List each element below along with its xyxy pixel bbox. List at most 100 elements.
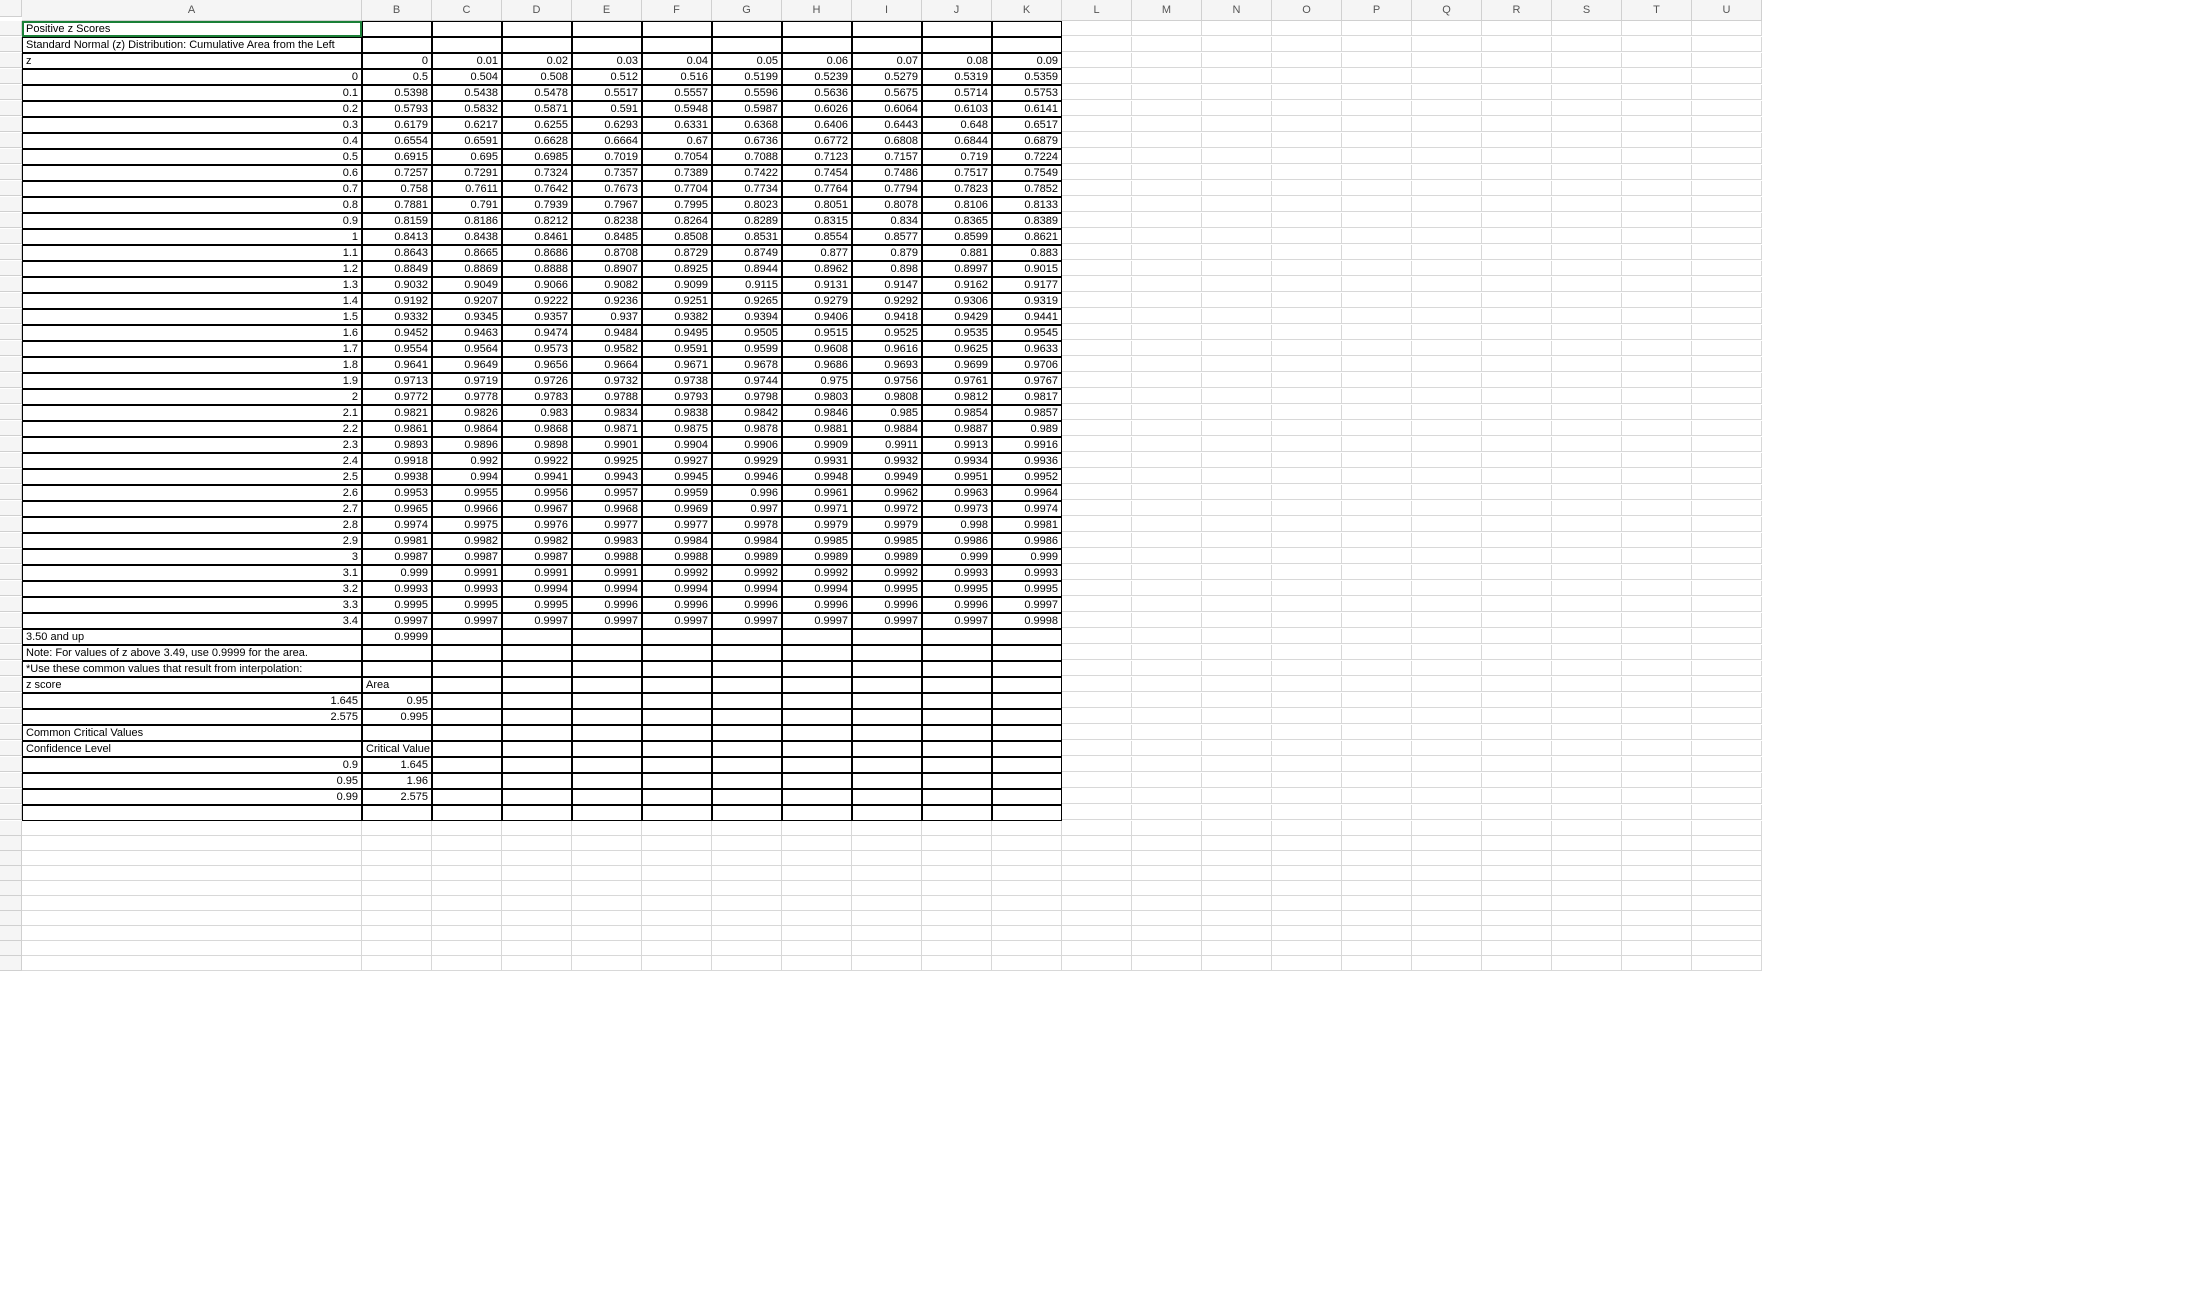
cell-T19[interactable] xyxy=(1622,309,1692,324)
cell-M26[interactable] xyxy=(1132,421,1202,436)
cell-N18[interactable] xyxy=(1202,293,1272,308)
cell-G29[interactable]: 0.9946 xyxy=(712,469,782,485)
cell-J55[interactable] xyxy=(922,881,992,896)
cell-H5[interactable]: 0.5636 xyxy=(782,85,852,101)
cell-P23[interactable] xyxy=(1342,373,1412,388)
cell-D17[interactable]: 0.9066 xyxy=(502,277,572,293)
cell-I41[interactable] xyxy=(852,661,922,677)
cell-O23[interactable] xyxy=(1272,373,1342,388)
cell-N57[interactable] xyxy=(1202,911,1272,926)
cell-Q18[interactable] xyxy=(1412,293,1482,308)
cell-O14[interactable] xyxy=(1272,229,1342,244)
row-header-34[interactable] xyxy=(0,549,22,564)
cell-E9[interactable]: 0.7019 xyxy=(572,149,642,165)
column-header-R[interactable]: R xyxy=(1482,0,1552,21)
cell-I30[interactable]: 0.9962 xyxy=(852,485,922,501)
row-header-58[interactable] xyxy=(0,926,22,941)
cell-D49[interactable] xyxy=(502,789,572,805)
cell-C12[interactable]: 0.791 xyxy=(432,197,502,213)
cell-H13[interactable]: 0.8315 xyxy=(782,213,852,229)
cell-P3[interactable] xyxy=(1342,53,1412,68)
cell-K3[interactable]: 0.09 xyxy=(992,53,1062,69)
column-header-G[interactable]: G xyxy=(712,0,782,21)
cell-T34[interactable] xyxy=(1622,549,1692,564)
cell-Q53[interactable] xyxy=(1412,851,1482,866)
cell-B29[interactable]: 0.9938 xyxy=(362,469,432,485)
cell-U46[interactable] xyxy=(1692,741,1762,756)
cell-N30[interactable] xyxy=(1202,485,1272,500)
cell-U55[interactable] xyxy=(1692,881,1762,896)
cell-A55[interactable] xyxy=(22,881,362,896)
cell-B31[interactable]: 0.9965 xyxy=(362,501,432,517)
cell-C1[interactable] xyxy=(432,21,502,37)
cell-B1[interactable] xyxy=(362,21,432,37)
cell-Q35[interactable] xyxy=(1412,565,1482,580)
cell-K35[interactable]: 0.9993 xyxy=(992,565,1062,581)
cell-K12[interactable]: 0.8133 xyxy=(992,197,1062,213)
cell-U54[interactable] xyxy=(1692,866,1762,881)
cell-C34[interactable]: 0.9987 xyxy=(432,549,502,565)
cell-D7[interactable]: 0.6255 xyxy=(502,117,572,133)
cell-S9[interactable] xyxy=(1552,149,1622,164)
cell-C35[interactable]: 0.9991 xyxy=(432,565,502,581)
cell-T47[interactable] xyxy=(1622,757,1692,772)
cell-H8[interactable]: 0.6772 xyxy=(782,133,852,149)
cell-L12[interactable] xyxy=(1062,197,1132,212)
cell-L13[interactable] xyxy=(1062,213,1132,228)
cell-B28[interactable]: 0.9918 xyxy=(362,453,432,469)
cell-T27[interactable] xyxy=(1622,437,1692,452)
cell-I46[interactable] xyxy=(852,741,922,757)
cell-M43[interactable] xyxy=(1132,693,1202,708)
cell-P4[interactable] xyxy=(1342,69,1412,84)
row-header-25[interactable] xyxy=(0,405,22,420)
cell-E15[interactable]: 0.8708 xyxy=(572,245,642,261)
cell-F20[interactable]: 0.9495 xyxy=(642,325,712,341)
cell-U4[interactable] xyxy=(1692,69,1762,84)
cell-E37[interactable]: 0.9996 xyxy=(572,597,642,613)
cell-U49[interactable] xyxy=(1692,789,1762,804)
cell-T12[interactable] xyxy=(1622,197,1692,212)
cell-B42[interactable]: Area xyxy=(362,677,432,693)
cell-K16[interactable]: 0.9015 xyxy=(992,261,1062,277)
cell-F3[interactable]: 0.04 xyxy=(642,53,712,69)
cell-C24[interactable]: 0.9778 xyxy=(432,389,502,405)
cell-I19[interactable]: 0.9418 xyxy=(852,309,922,325)
cell-H55[interactable] xyxy=(782,881,852,896)
cell-N8[interactable] xyxy=(1202,133,1272,148)
cell-B15[interactable]: 0.8643 xyxy=(362,245,432,261)
cell-D55[interactable] xyxy=(502,881,572,896)
cell-O48[interactable] xyxy=(1272,773,1342,788)
cell-C10[interactable]: 0.7291 xyxy=(432,165,502,181)
cell-P27[interactable] xyxy=(1342,437,1412,452)
cell-N26[interactable] xyxy=(1202,421,1272,436)
cell-I22[interactable]: 0.9693 xyxy=(852,357,922,373)
cell-P25[interactable] xyxy=(1342,405,1412,420)
cell-U38[interactable] xyxy=(1692,613,1762,628)
cell-G15[interactable]: 0.8749 xyxy=(712,245,782,261)
cell-E58[interactable] xyxy=(572,926,642,941)
cell-S14[interactable] xyxy=(1552,229,1622,244)
column-header-I[interactable]: I xyxy=(852,0,922,21)
cell-I31[interactable]: 0.9972 xyxy=(852,501,922,517)
cell-N42[interactable] xyxy=(1202,677,1272,692)
cell-U48[interactable] xyxy=(1692,773,1762,788)
cell-Q50[interactable] xyxy=(1412,805,1482,820)
cell-T60[interactable] xyxy=(1622,956,1692,971)
cell-O53[interactable] xyxy=(1272,851,1342,866)
cell-S56[interactable] xyxy=(1552,896,1622,911)
cell-K25[interactable]: 0.9857 xyxy=(992,405,1062,421)
cell-D31[interactable]: 0.9967 xyxy=(502,501,572,517)
cell-R38[interactable] xyxy=(1482,613,1552,628)
cell-S16[interactable] xyxy=(1552,261,1622,276)
cell-N49[interactable] xyxy=(1202,789,1272,804)
cell-D56[interactable] xyxy=(502,896,572,911)
cell-E52[interactable] xyxy=(572,836,642,851)
cell-L43[interactable] xyxy=(1062,693,1132,708)
cell-D24[interactable]: 0.9783 xyxy=(502,389,572,405)
cell-K38[interactable]: 0.9998 xyxy=(992,613,1062,629)
cell-E2[interactable] xyxy=(572,37,642,53)
cell-Q17[interactable] xyxy=(1412,277,1482,292)
row-header-35[interactable] xyxy=(0,565,22,580)
cell-H22[interactable]: 0.9686 xyxy=(782,357,852,373)
cell-O40[interactable] xyxy=(1272,645,1342,660)
